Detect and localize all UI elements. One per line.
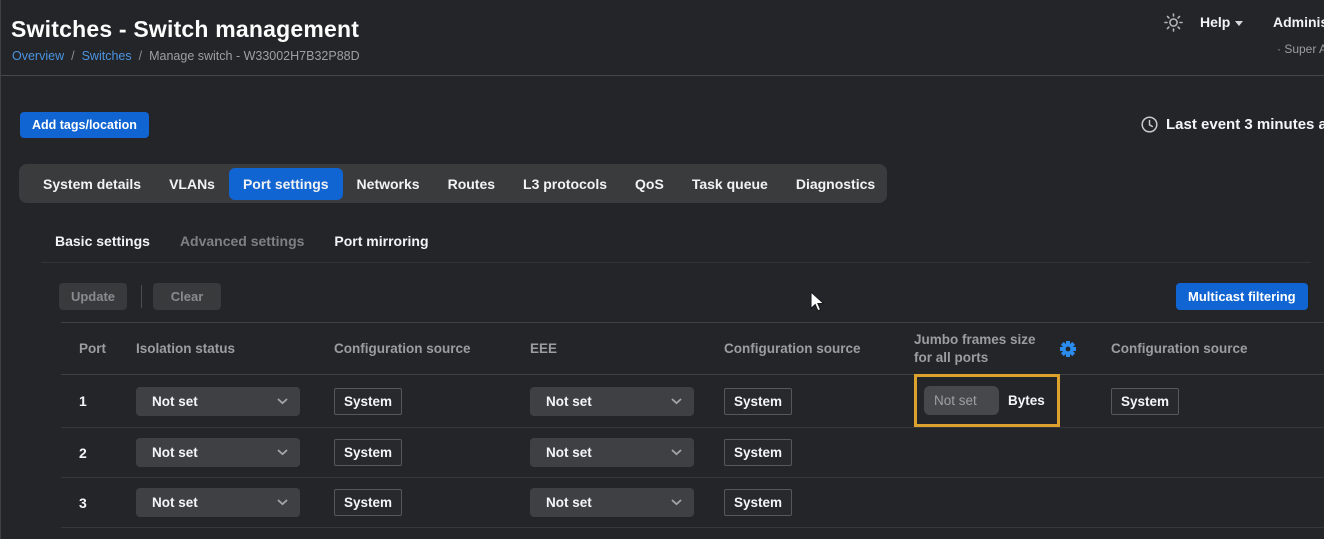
ports-table: Port Isolation status Configuration sour…	[61, 322, 1324, 528]
col-header-configuration-source-1: Configuration source	[334, 341, 530, 356]
last-event-label: Last event 3 minutes ago	[1166, 116, 1324, 133]
col-header-isolation-status: Isolation status	[136, 341, 334, 356]
config-source-badge: System	[334, 489, 402, 516]
config-source-badge: System	[724, 388, 792, 415]
tab-port-settings[interactable]: Port settings	[229, 168, 343, 200]
update-button[interactable]: Update	[59, 283, 127, 310]
chevron-down-icon	[277, 499, 288, 506]
col-header-jumbo-frames: Jumbo frames size for all ports	[914, 331, 1111, 366]
jumbo-frames-highlight-box: Bytes	[914, 374, 1060, 427]
add-tags-location-button[interactable]: Add tags/location	[20, 112, 149, 138]
tab-system-details[interactable]: System details	[29, 168, 155, 200]
isolation-status-select[interactable]: Not set	[136, 438, 300, 467]
table-row-port-2: 2 Not set System Not set System	[61, 428, 1324, 478]
config-source-badge: System	[724, 439, 792, 466]
gear-icon[interactable]	[1060, 341, 1076, 357]
col-header-configuration-source-3: Configuration source	[1111, 341, 1324, 356]
action-separator	[141, 285, 142, 308]
header-divider	[1, 75, 1324, 76]
chevron-down-icon	[277, 398, 288, 405]
port-number: 3	[79, 495, 136, 511]
chevron-down-icon	[671, 449, 682, 456]
clear-button[interactable]: Clear	[153, 283, 221, 310]
user-menu[interactable]: Administrator	[1273, 14, 1324, 30]
breadcrumb-separator: /	[71, 49, 74, 63]
col-header-configuration-source-2: Configuration source	[724, 341, 914, 356]
port-number: 2	[79, 445, 136, 461]
tab-vlans[interactable]: VLANs	[155, 168, 229, 200]
tab-routes[interactable]: Routes	[434, 168, 509, 200]
eee-select[interactable]: Not set	[530, 438, 694, 467]
table-row-port-1: 1 Not set System Not set System Bytes	[61, 375, 1324, 428]
tab-networks[interactable]: Networks	[343, 168, 434, 200]
tab-task-queue[interactable]: Task queue	[678, 168, 782, 200]
breadcrumb-switches-link[interactable]: Switches	[82, 49, 132, 63]
breadcrumb-separator: /	[139, 49, 142, 63]
tab-l3-protocols[interactable]: L3 protocols	[509, 168, 621, 200]
port-number: 1	[79, 393, 136, 409]
main-tabbar: System details VLANs Port settings Netwo…	[19, 164, 887, 203]
switch-management-page: Switches - Switch management Overview / …	[0, 0, 1324, 539]
breadcrumb-current: Manage switch - W33002H7B32P88D	[149, 49, 360, 63]
eee-select[interactable]: Not set	[530, 387, 694, 416]
chevron-down-icon	[1235, 21, 1243, 26]
subtab-basic-settings[interactable]: Basic settings	[55, 233, 150, 249]
config-source-badge: System	[724, 489, 792, 516]
config-source-badge: System	[334, 388, 402, 415]
help-menu[interactable]: Help	[1200, 14, 1243, 30]
config-source-badge: System	[334, 439, 402, 466]
help-label: Help	[1200, 14, 1230, 30]
port-settings-subtabs: Basic settings Advanced settings Port mi…	[55, 233, 429, 249]
jumbo-unit-label: Bytes	[1008, 393, 1045, 408]
jumbo-frames-header-label: Jumbo frames size for all ports	[914, 331, 1046, 366]
breadcrumb-overview-link[interactable]: Overview	[12, 49, 64, 63]
chevron-down-icon	[277, 449, 288, 456]
clock-icon	[1141, 116, 1158, 133]
col-header-port: Port	[79, 341, 136, 356]
chevron-down-icon	[671, 499, 682, 506]
last-event-status: Last event 3 minutes ago	[1141, 116, 1324, 133]
tab-qos[interactable]: QoS	[621, 168, 678, 200]
chevron-down-icon	[671, 398, 682, 405]
config-source-badge: System	[1111, 388, 1179, 415]
subtab-port-mirroring[interactable]: Port mirroring	[334, 233, 428, 249]
isolation-status-select[interactable]: Not set	[136, 488, 300, 517]
eee-select[interactable]: Not set	[530, 488, 694, 517]
subtab-advanced-settings[interactable]: Advanced settings	[180, 233, 304, 249]
brightness-icon[interactable]	[1164, 13, 1183, 37]
subtab-divider	[41, 262, 1311, 263]
mouse-cursor	[807, 291, 829, 318]
table-row-port-3: 3 Not set System Not set System	[61, 478, 1324, 528]
multicast-filtering-button[interactable]: Multicast filtering	[1176, 283, 1308, 310]
breadcrumb: Overview / Switches / Manage switch - W3…	[12, 49, 360, 63]
user-role-label: · Super Admin	[1277, 42, 1324, 56]
table-header-row: Port Isolation status Configuration sour…	[61, 322, 1324, 375]
col-header-eee: EEE	[530, 341, 724, 356]
tab-diagnostics[interactable]: Diagnostics	[782, 168, 889, 200]
page-title: Switches - Switch management	[11, 16, 359, 43]
isolation-status-select[interactable]: Not set	[136, 387, 300, 416]
jumbo-frames-size-input[interactable]	[924, 386, 999, 415]
